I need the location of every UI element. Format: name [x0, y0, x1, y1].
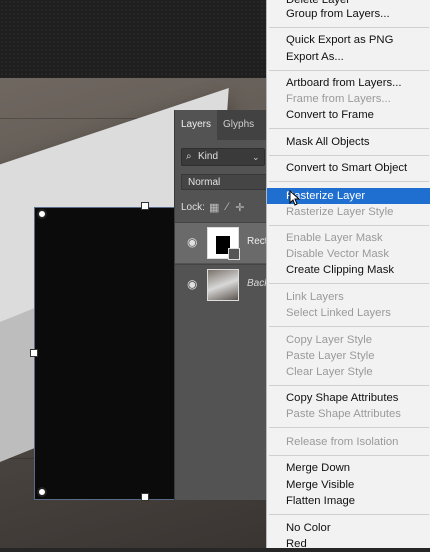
menu-item-rasterize-layer-style: Rasterize Layer Style [286, 206, 394, 218]
blend-mode-select[interactable]: Normal [181, 174, 267, 190]
menu-item-flatten-image[interactable]: Flatten Image [267, 493, 430, 509]
menu-separator [269, 225, 429, 226]
panel-tabs: Layers Glyphs [175, 110, 267, 140]
edge-handle[interactable] [141, 493, 149, 501]
black-rectangle-shape[interactable] [34, 207, 176, 500]
menu-item-mask-all-objects[interactable]: Mask All Objects [267, 134, 430, 150]
lock-icons: ▦ ∕ ✛ [209, 201, 244, 214]
layer-thumbnail [207, 227, 240, 260]
menu-separator [269, 27, 429, 28]
menu-item-disable-vector-mask: Disable Vector Mask [286, 248, 389, 260]
layers-panel: Layers Glyphs ⌕ Kind ⌄ Normal Lock: ▦ ∕ … [174, 110, 269, 500]
vector-shape-icon [228, 248, 240, 260]
menu-separator [269, 128, 429, 129]
menu-item-select-linked-layers: Select Linked Layers [286, 307, 391, 319]
menu-item-frame-from-layers: Frame from Layers... [286, 93, 391, 105]
brush-icon[interactable]: ∕ [226, 201, 228, 214]
menu-separator [269, 455, 429, 456]
menu-item-convert-to-frame[interactable]: Convert to Frame [267, 107, 430, 123]
menu-item-convert-to-smart-object[interactable]: Convert to Smart Object [267, 160, 430, 176]
menu-item-link-layers: Link Layers [286, 291, 344, 303]
menu-item-export-as[interactable]: Export As... [267, 49, 430, 65]
menu-item-release-from-isolation: Release from Isolation [286, 436, 399, 448]
menu-separator [269, 181, 429, 182]
search-icon: ⌕ [186, 151, 192, 162]
eye-icon[interactable]: ◉ [187, 277, 197, 291]
tab-layers[interactable]: Layers [175, 110, 218, 140]
menu-item-paste-shape-attributes: Paste Shape Attributes [286, 408, 401, 420]
menu-separator [269, 70, 429, 71]
layer-thumbnail [207, 269, 239, 301]
filter-label: Kind [198, 151, 219, 162]
menu-item-red[interactable]: Red [267, 536, 430, 552]
checkerboard-icon[interactable]: ▦ [209, 201, 219, 214]
layer-name: Rect [247, 236, 268, 247]
menu-item-no-color[interactable]: No Color [267, 520, 430, 536]
chevron-down-icon: ⌄ [252, 152, 260, 162]
layer-context-menu: Delete Layer Group from Layers... Quick … [266, 0, 430, 550]
layer-row[interactable]: ◉ Rect [175, 222, 268, 263]
menu-item-group-from-layers[interactable]: Group from Layers... [267, 6, 430, 22]
move-icon[interactable]: ✛ [235, 201, 244, 214]
menu-item-artboard-from-layers[interactable]: Artboard from Layers... [267, 75, 430, 91]
lock-label: Lock: [181, 202, 205, 213]
layer-filter-select[interactable]: ⌕ Kind ⌄ [181, 148, 265, 166]
corner-handle[interactable] [37, 487, 47, 497]
menu-item-enable-layer-mask: Enable Layer Mask [286, 232, 383, 244]
menu-separator [269, 326, 429, 327]
options-bar-background [0, 0, 266, 78]
menu-item-merge-down[interactable]: Merge Down [267, 460, 430, 476]
menu-separator [269, 283, 429, 284]
menu-item-copy-shape-attributes[interactable]: Copy Shape Attributes [267, 390, 430, 406]
mouse-cursor-icon [289, 190, 301, 206]
menu-item-merge-visible[interactable]: Merge Visible [267, 477, 430, 493]
menu-item-paste-layer-style: Paste Layer Style [286, 350, 375, 362]
eye-icon[interactable]: ◉ [187, 235, 197, 249]
tab-glyphs[interactable]: Glyphs [217, 110, 260, 140]
menu-item-create-clipping-mask[interactable]: Create Clipping Mask [267, 262, 430, 278]
menu-separator [269, 427, 429, 428]
layer-row[interactable]: ◉ Back [175, 264, 269, 305]
menu-separator [269, 155, 429, 156]
edge-handle[interactable] [30, 349, 38, 357]
menu-separator [269, 514, 429, 515]
menu-item-clear-layer-style: Clear Layer Style [286, 366, 373, 378]
edge-handle[interactable] [141, 202, 149, 210]
menu-item-quick-export[interactable]: Quick Export as PNG [267, 32, 430, 48]
menu-item-copy-layer-style: Copy Layer Style [286, 334, 373, 346]
corner-handle[interactable] [37, 209, 47, 219]
menu-separator [269, 385, 429, 386]
